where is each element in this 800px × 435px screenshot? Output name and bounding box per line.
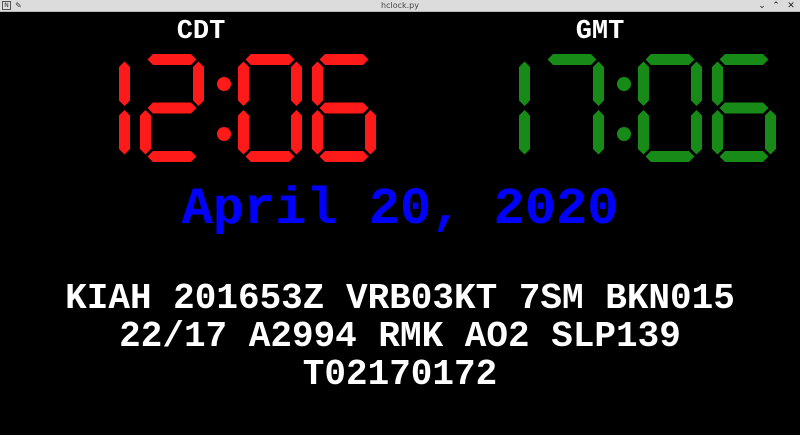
- segment-c: [291, 110, 302, 155]
- segment-a: [719, 54, 769, 65]
- utc-timezone-label: GMT: [575, 17, 625, 47]
- colon-dot: [617, 127, 631, 141]
- segment-d: [245, 151, 295, 162]
- digit-6: [312, 54, 376, 162]
- segment-d: [645, 151, 695, 162]
- segment-b: [691, 61, 702, 106]
- segment-b: [291, 61, 302, 106]
- segment-b: [119, 61, 130, 106]
- segment-a: [245, 54, 295, 65]
- segment-g: [147, 102, 197, 114]
- segment-f: [712, 61, 723, 106]
- metar-line: KIAH 201653Z VRB03KT 7SM BKN015: [65, 278, 735, 319]
- utc-time-display: [519, 54, 776, 162]
- segment-a: [147, 54, 197, 65]
- segment-e: [140, 110, 151, 155]
- digit-6: [712, 54, 776, 162]
- maximize-button[interactable]: ⌃: [771, 1, 781, 11]
- segment-b: [519, 61, 530, 106]
- segment-c: [119, 110, 130, 155]
- colon-dot: [217, 77, 231, 91]
- metar-line: T02170172: [302, 354, 498, 395]
- digit-1: [119, 61, 130, 155]
- close-button[interactable]: ✕: [786, 1, 796, 11]
- segment-a: [547, 54, 597, 65]
- window-titlebar[interactable]: N ✎ hclock.py ⌄ ⌃ ✕: [0, 0, 800, 12]
- colon-dot: [617, 77, 631, 91]
- segment-c: [765, 110, 776, 155]
- minimize-button[interactable]: ⌄: [757, 1, 767, 11]
- digit-0: [238, 54, 302, 162]
- segment-e: [312, 110, 323, 155]
- segment-b: [193, 61, 204, 106]
- digit-0: [638, 54, 702, 162]
- segment-f: [238, 61, 249, 106]
- segment-f: [312, 61, 323, 106]
- date-display: April 20, 2020: [181, 180, 619, 239]
- metar-report: KIAH 201653Z VRB03KT 7SM BKN015 22/17 A2…: [0, 280, 800, 394]
- window-title: hclock.py: [381, 1, 419, 10]
- digit-1: [519, 61, 530, 155]
- digit-2: [140, 54, 204, 162]
- segment-e: [638, 110, 649, 155]
- segment-g: [719, 102, 769, 114]
- segment-c: [519, 110, 530, 155]
- local-timezone-label: CDT: [176, 17, 226, 47]
- segment-d: [719, 151, 769, 162]
- segment-a: [319, 54, 369, 65]
- segment-d: [147, 151, 197, 162]
- segment-c: [593, 110, 604, 155]
- digit-7: [547, 54, 604, 155]
- segment-b: [593, 61, 604, 106]
- segment-e: [712, 110, 723, 155]
- segment-c: [365, 110, 376, 155]
- local-time-display: [119, 54, 376, 162]
- colon-dot: [217, 127, 231, 141]
- segment-g: [319, 102, 369, 114]
- segment-c: [691, 110, 702, 155]
- segment-a: [645, 54, 695, 65]
- segment-e: [238, 110, 249, 155]
- segment-d: [319, 151, 369, 162]
- segment-f: [638, 61, 649, 106]
- metar-line: 22/17 A2994 RMK AO2 SLP139: [119, 316, 681, 357]
